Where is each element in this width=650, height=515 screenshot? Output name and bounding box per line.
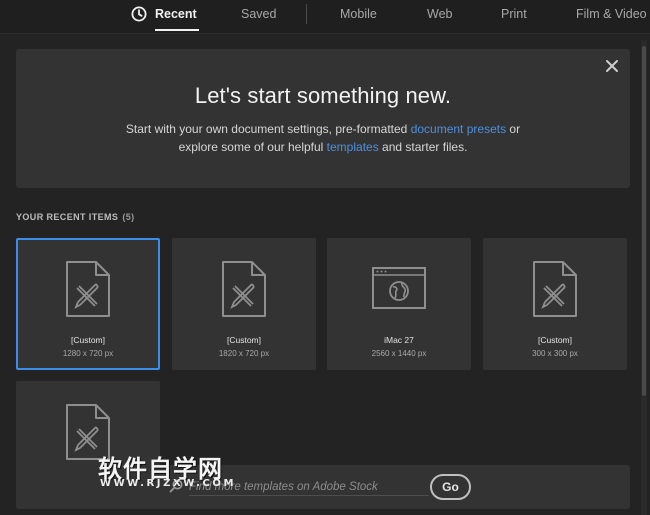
welcome-banner: Let's start something new. Start with yo… xyxy=(16,49,630,188)
recent-item-card[interactable]: [Custom] 1820 x 720 px xyxy=(172,238,316,370)
stock-search-bar: Go xyxy=(16,465,630,509)
document-draw-icon xyxy=(66,261,110,317)
tab-mobile[interactable]: Mobile xyxy=(340,0,377,32)
scrollbar-thumb[interactable] xyxy=(642,46,646,396)
top-tab-bar: Recent Saved Mobile Web Print Film & Vid… xyxy=(0,0,650,34)
clock-icon xyxy=(131,6,147,22)
document-draw-icon xyxy=(66,404,110,460)
item-dimensions: 1280 x 720 px xyxy=(62,349,114,358)
banner-text-part: Start with your own document settings, p… xyxy=(125,122,411,136)
document-draw-icon xyxy=(222,261,266,317)
recent-items-count: (5) xyxy=(122,212,135,222)
recent-items-label: YOUR RECENT ITEMS (5) xyxy=(16,212,135,222)
go-button[interactable]: Go xyxy=(430,474,471,500)
templates-link[interactable]: templates xyxy=(327,140,379,154)
recent-item-card[interactable]: [Custom] 300 x 300 px xyxy=(483,238,627,370)
item-name: [Custom] xyxy=(226,335,261,345)
item-name: [Custom] xyxy=(537,335,572,345)
tab-recent-label: Recent xyxy=(155,7,197,21)
banner-text-part: explore some of our helpful xyxy=(178,140,327,154)
close-icon[interactable] xyxy=(604,58,620,74)
tab-saved[interactable]: Saved xyxy=(241,0,276,32)
stock-search-input[interactable] xyxy=(189,478,429,496)
web-browser-icon xyxy=(372,267,426,309)
tab-print[interactable]: Print xyxy=(501,0,527,32)
item-dimensions: 2560 x 1440 px xyxy=(371,349,427,358)
banner-text-part: and starter files. xyxy=(378,140,468,154)
document-presets-link[interactable]: document presets xyxy=(411,122,506,136)
item-name: [Custom] xyxy=(70,335,105,345)
recent-item-card[interactable]: [Custom] 1280 x 720 px xyxy=(16,238,160,370)
banner-text-part: or xyxy=(506,122,521,136)
search-icon xyxy=(169,479,183,493)
item-dimensions: 1820 x 720 px xyxy=(218,349,270,358)
recent-items-title: YOUR RECENT ITEMS xyxy=(16,212,119,222)
banner-text: Start with your own document settings, p… xyxy=(76,120,570,156)
banner-title: Let's start something new. xyxy=(194,83,452,108)
item-dimensions: 300 x 300 px xyxy=(532,349,578,358)
recent-item-card[interactable]: iMac 27 2560 x 1440 px xyxy=(327,238,471,370)
item-name: iMac 27 xyxy=(384,335,414,345)
tab-web[interactable]: Web xyxy=(427,0,452,32)
tab-divider xyxy=(306,4,307,24)
document-draw-icon xyxy=(533,261,577,317)
tab-recent[interactable]: Recent xyxy=(131,0,199,32)
tab-film-video[interactable]: Film & Video xyxy=(576,0,647,32)
